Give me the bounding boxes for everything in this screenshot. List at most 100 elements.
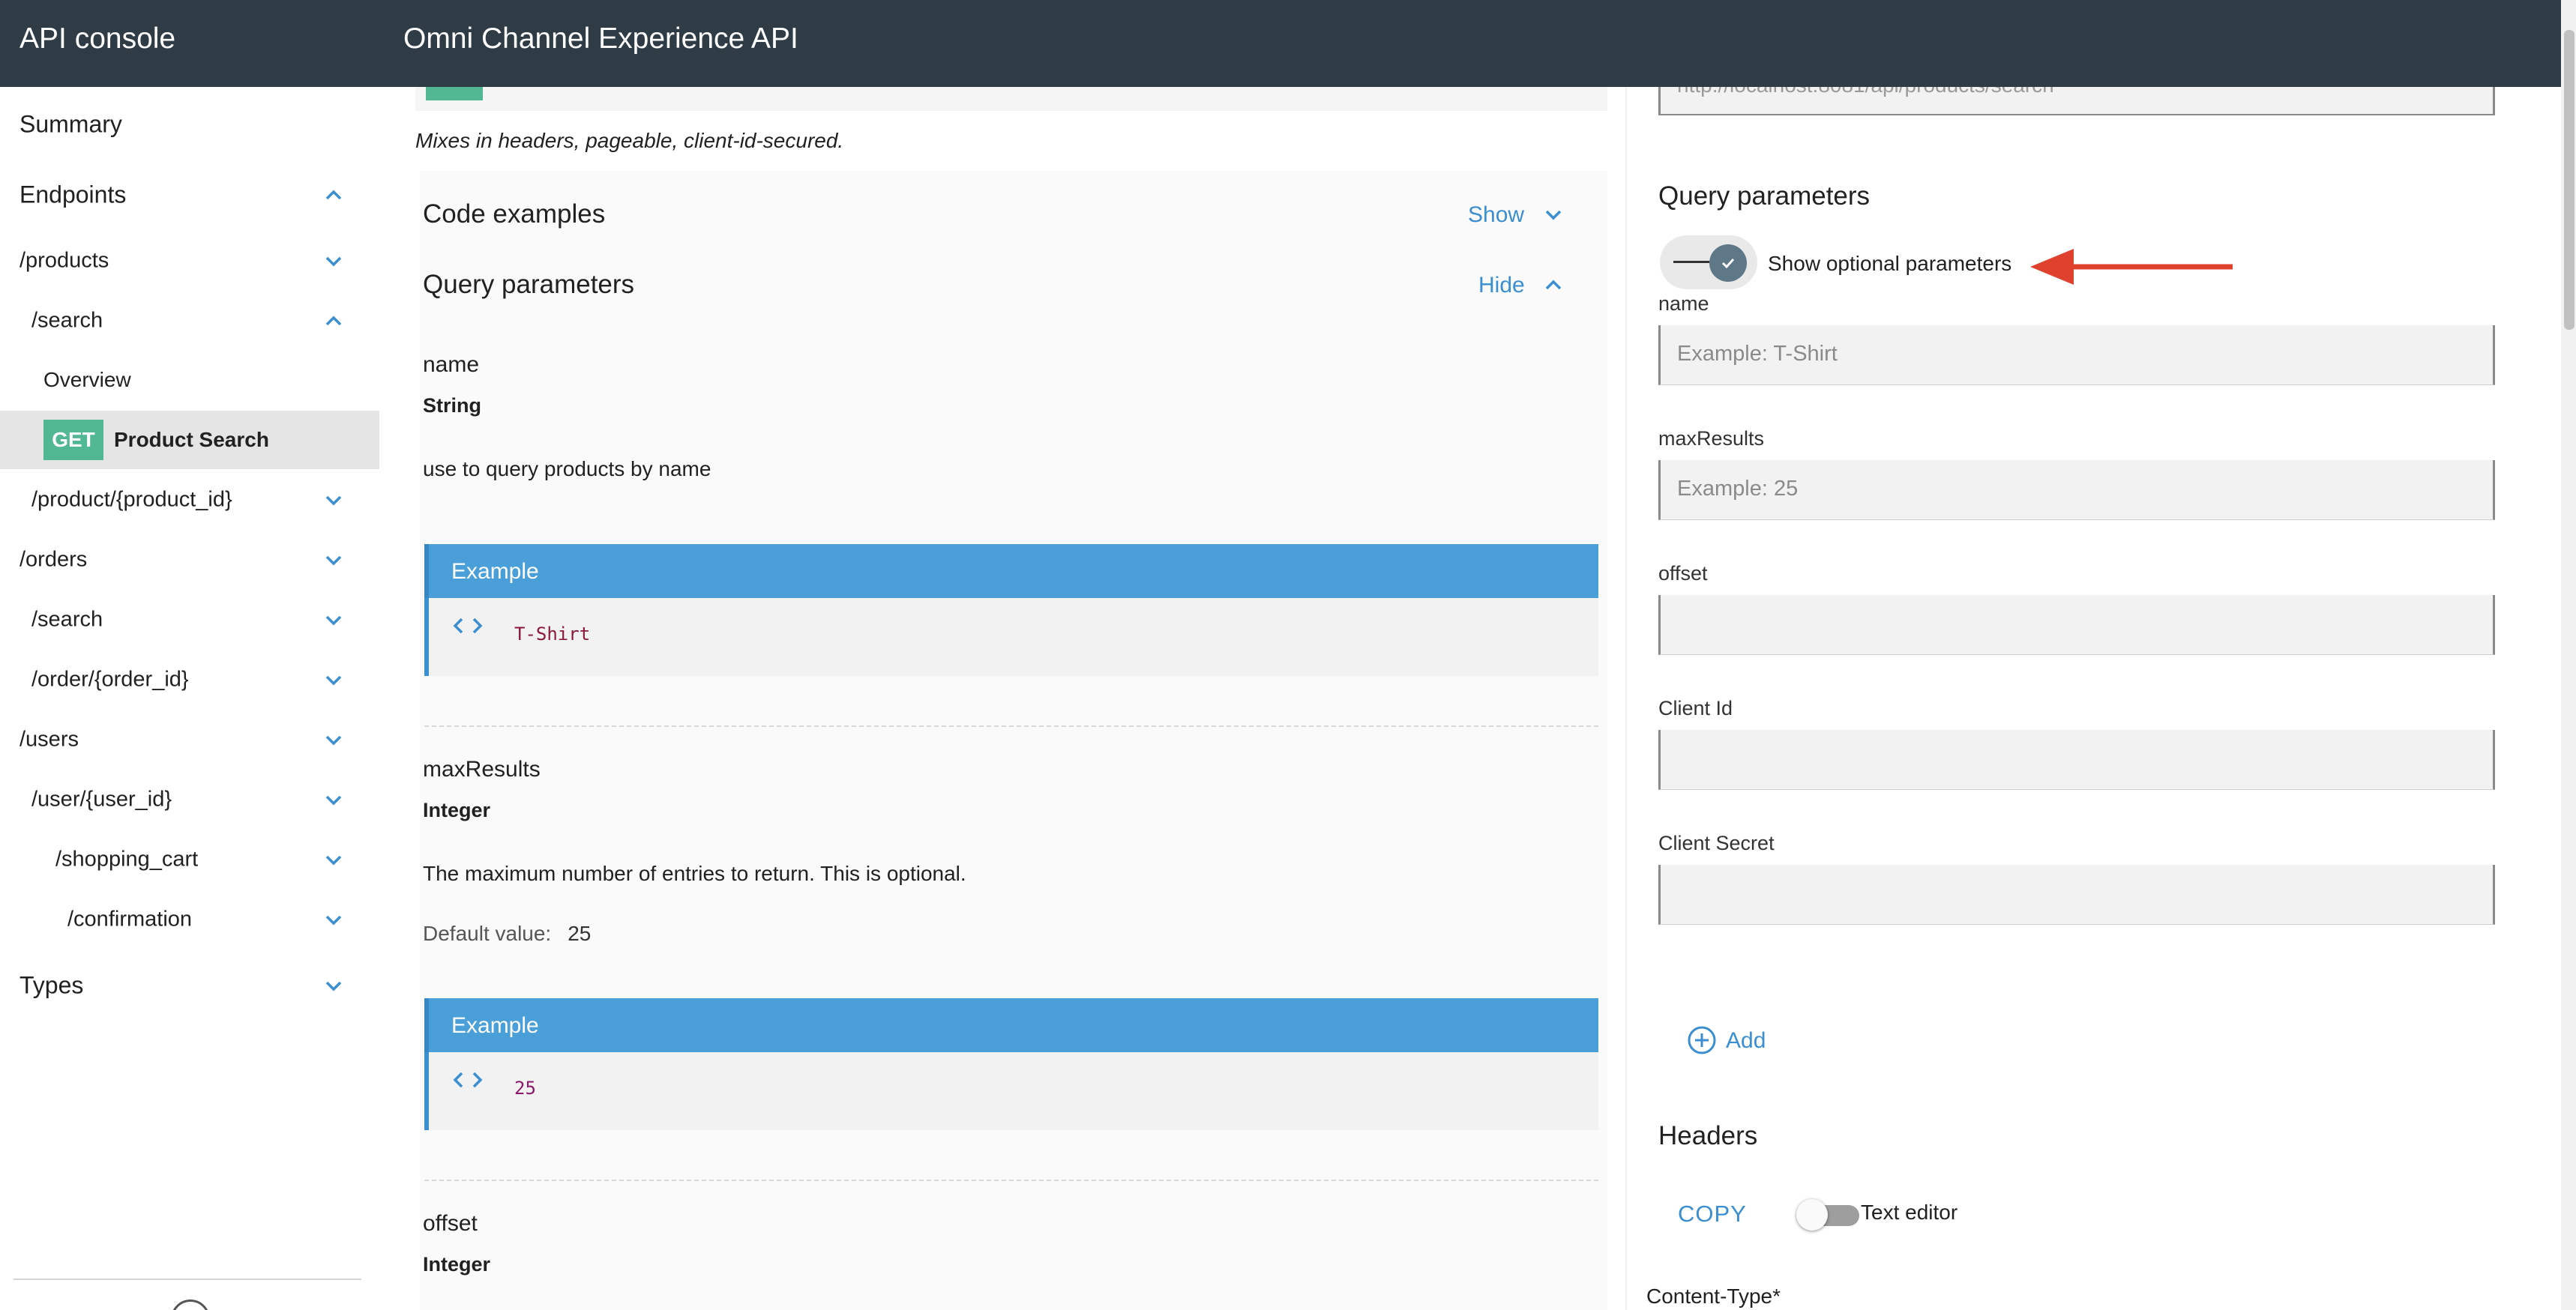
field-label-client-id: Client Id bbox=[1658, 697, 1733, 719]
show-optional-toggle[interactable] bbox=[1660, 235, 1757, 289]
parameters-section bbox=[420, 171, 1607, 1310]
sidebar-item-products[interactable]: /products bbox=[0, 232, 379, 290]
sidebar-item-label: Endpoints bbox=[19, 181, 127, 208]
chevron-up-icon[interactable] bbox=[321, 308, 346, 333]
arrow-left-icon bbox=[2030, 249, 2233, 285]
sidebar-item-orders-search[interactable]: /search bbox=[0, 591, 379, 649]
chevron-down-icon[interactable] bbox=[1541, 202, 1565, 226]
sidebar-item-confirmation[interactable]: /confirmation bbox=[0, 890, 379, 949]
mixins-text: Mixes in headers, pageable, client-id-se… bbox=[415, 129, 844, 152]
chevron-down-icon[interactable] bbox=[321, 727, 346, 752]
default-label: Default value: bbox=[423, 922, 552, 945]
param-type: Integer bbox=[423, 1253, 491, 1276]
sidebar-item-label: Overview bbox=[43, 368, 131, 391]
text-editor-label: Text editor bbox=[1861, 1201, 1958, 1224]
param-separator bbox=[424, 725, 1598, 727]
param-example: Example 25 bbox=[424, 998, 1598, 1130]
client-secret-input[interactable] bbox=[1658, 865, 2495, 925]
param-description: use to query products by name bbox=[423, 457, 711, 480]
sidebar-item-label: /orders bbox=[19, 547, 88, 572]
toggle-thumb bbox=[1709, 244, 1747, 282]
toggle-thumb bbox=[1796, 1199, 1828, 1231]
field-label-max-results: maxResults bbox=[1658, 427, 1765, 450]
chevron-up-icon[interactable] bbox=[321, 182, 346, 208]
scrollbar-thumb[interactable] bbox=[2564, 30, 2575, 330]
sidebar-item-label: /order/{order_id} bbox=[31, 667, 189, 692]
sidebar-item-users[interactable]: /users bbox=[0, 710, 379, 769]
copy-button[interactable]: COPY bbox=[1678, 1201, 1747, 1228]
add-circle-icon bbox=[1687, 1025, 1717, 1055]
top-bar: API console Omni Channel Experience API bbox=[0, 0, 2576, 87]
show-optional-label: Show optional parameters bbox=[1768, 252, 2012, 275]
sidebar-item-label: /products bbox=[19, 248, 109, 273]
toggle-track bbox=[1673, 261, 1709, 263]
name-input[interactable]: Example: T-Shirt bbox=[1658, 325, 2495, 385]
sidebar-item-label: Types bbox=[19, 971, 84, 999]
add-label: Add bbox=[1726, 1028, 1766, 1053]
sidebar-item-endpoints[interactable]: Endpoints bbox=[0, 166, 379, 224]
sidebar-item-product-id[interactable]: /product/{product_id} bbox=[0, 471, 379, 529]
example-title: Example bbox=[451, 559, 539, 584]
code-icon bbox=[451, 613, 484, 639]
param-name: offset bbox=[423, 1211, 478, 1236]
sidebar-item-shopping-cart[interactable]: /shopping_cart bbox=[0, 830, 379, 889]
url-input[interactable]: http://localhost:8081/api/products/searc… bbox=[1658, 87, 2495, 115]
sidebar-item-label: /users bbox=[19, 727, 79, 752]
sidebar-item-user-id[interactable]: /user/{user_id} bbox=[0, 770, 379, 829]
chevron-down-icon[interactable] bbox=[321, 547, 346, 573]
sidebar-item-product-search[interactable]: GET Product Search bbox=[0, 411, 379, 469]
field-label-client-secret: Client Secret bbox=[1658, 832, 1775, 854]
param-separator bbox=[424, 1180, 1598, 1181]
param-default: Default value: 25 bbox=[423, 922, 591, 946]
chevron-down-icon[interactable] bbox=[321, 487, 346, 513]
field-label-offset: offset bbox=[1658, 562, 1708, 585]
example-value: 25 bbox=[514, 1078, 536, 1099]
chevron-down-icon[interactable] bbox=[321, 607, 346, 633]
client-id-input[interactable] bbox=[1658, 730, 2495, 790]
sidebar-item-label: /search bbox=[31, 607, 103, 632]
headers-heading: Headers bbox=[1658, 1121, 1758, 1150]
example-body: 25 bbox=[424, 1052, 1598, 1130]
name-input-placeholder: Example: T-Shirt bbox=[1677, 342, 1838, 366]
sidebar-item-products-search[interactable]: /search bbox=[0, 292, 379, 350]
sidebar-item-label: /product/{product_id} bbox=[31, 487, 232, 512]
chevron-down-icon[interactable] bbox=[321, 847, 346, 872]
sidebar-item-label: Product Search bbox=[114, 428, 269, 451]
chevron-down-icon[interactable] bbox=[321, 667, 346, 692]
param-name: maxResults bbox=[423, 757, 541, 782]
example-header: Example bbox=[424, 998, 1598, 1052]
sidebar-item-label: /confirmation bbox=[67, 907, 193, 932]
default-value: 25 bbox=[568, 922, 592, 945]
chevron-down-icon[interactable] bbox=[321, 248, 346, 274]
content-type-label: Content-Type* bbox=[1646, 1285, 1781, 1308]
app-title: API console bbox=[19, 22, 176, 55]
chevron-up-icon[interactable] bbox=[1541, 273, 1565, 297]
example-value: T-Shirt bbox=[514, 624, 591, 645]
query-parameters-title: Query parameters bbox=[423, 270, 635, 299]
max-results-input[interactable]: Example: 25 bbox=[1658, 460, 2495, 520]
sidebar-item-summary[interactable]: Summary bbox=[0, 95, 379, 154]
param-name: name bbox=[423, 352, 480, 377]
chevron-down-icon[interactable] bbox=[321, 907, 346, 932]
chevron-down-icon[interactable] bbox=[321, 787, 346, 812]
check-icon bbox=[1721, 258, 1735, 269]
sidebar-item-label: /shopping_cart bbox=[55, 847, 199, 872]
sidebar-nav: Summary Endpoints /products /search Over… bbox=[0, 87, 379, 1310]
api-title: Omni Channel Experience API bbox=[403, 22, 798, 55]
chevron-down-icon[interactable] bbox=[321, 973, 346, 998]
sidebar-item-overview[interactable]: Overview bbox=[0, 351, 379, 409]
sidebar-item-label: /search bbox=[31, 308, 103, 333]
param-type: String bbox=[423, 394, 481, 417]
sidebar-item-orders[interactable]: /orders bbox=[0, 531, 379, 589]
sidebar-item-label: /user/{user_id} bbox=[31, 787, 172, 812]
get-method-badge: GET bbox=[43, 420, 103, 460]
sidebar-item-order-id[interactable]: /order/{order_id} bbox=[0, 651, 379, 709]
sidebar-item-types[interactable]: Types bbox=[0, 956, 379, 1015]
field-label-name: name bbox=[1658, 292, 1709, 315]
endpoint-url-strip bbox=[415, 87, 1607, 111]
sidebar-item-label: Summary bbox=[19, 110, 122, 138]
code-examples-show-button[interactable]: Show bbox=[1468, 202, 1524, 228]
offset-input[interactable] bbox=[1658, 595, 2495, 655]
method-badge bbox=[426, 87, 483, 100]
query-parameters-hide-button[interactable]: Hide bbox=[1478, 273, 1525, 298]
